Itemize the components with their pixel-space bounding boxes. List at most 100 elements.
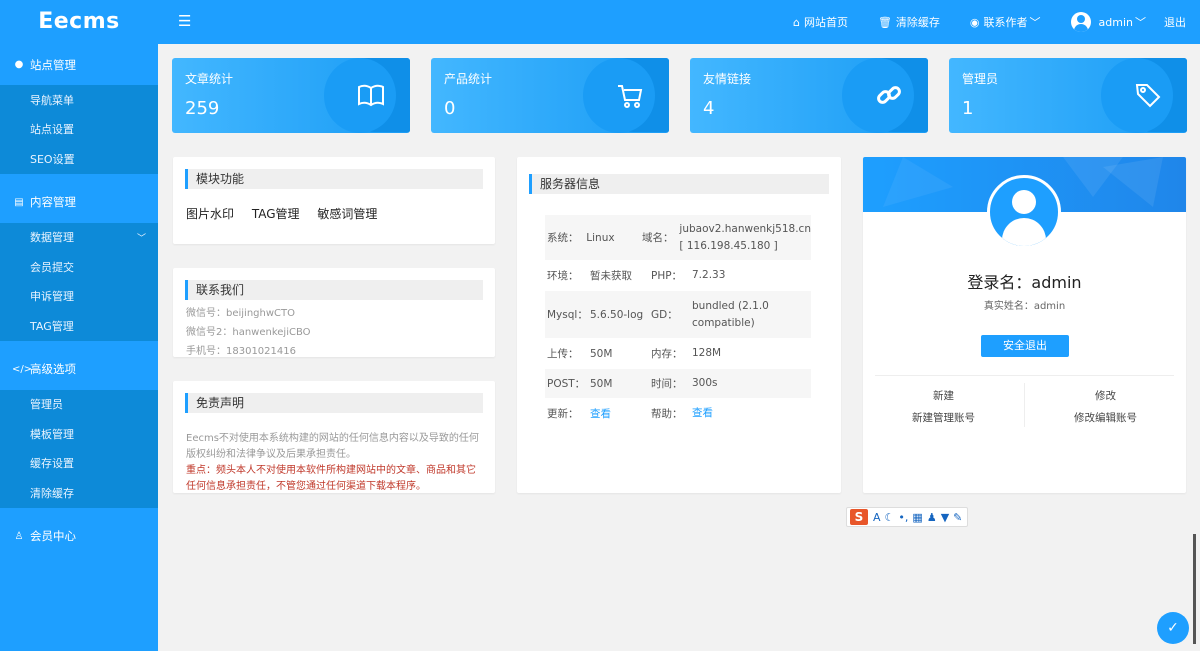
user-dropdown[interactable]: admin ﹀: [1070, 12, 1146, 32]
module-links: 图片水印 TAG管理 敏感词管理: [186, 205, 391, 222]
table-row: 上传： 50M 内存： 128M: [545, 339, 811, 369]
cell-key: 内存：: [651, 348, 683, 360]
chevron-down-icon: ﹀: [1029, 16, 1041, 29]
menu-toggle-icon[interactable]: ☰: [178, 12, 191, 30]
contact-author-label: 联系作者: [983, 16, 1028, 29]
ime-punct-icon[interactable]: •,: [898, 511, 908, 524]
ime-tools-icon[interactable]: ✎: [953, 511, 962, 524]
ime-font-icon[interactable]: A: [873, 511, 881, 524]
menu-group-label: 站点管理: [30, 57, 76, 72]
panel-title: 模块功能: [185, 169, 483, 189]
sidebar-item-admin[interactable]: 管理员: [0, 390, 158, 420]
cell-value: jubaov2.hanwenkj518.cn [ 116.198.45.180 …: [679, 222, 811, 252]
cart-icon: [614, 79, 646, 111]
ime-keyboard-icon[interactable]: ▦: [912, 511, 922, 524]
submenu-advanced: 管理员 模板管理 缓存设置 清除缓存: [0, 389, 158, 508]
menu-group-label: 高级选项: [30, 362, 76, 376]
stat-label: 产品统计: [444, 72, 493, 86]
stat-value: 1: [962, 98, 974, 119]
stat-label: 文章统计: [185, 72, 234, 86]
menu-group-site[interactable]: ● 站点管理: [0, 44, 158, 85]
sidebar-item-member-submit[interactable]: 会员提交: [0, 252, 158, 282]
ime-user-icon[interactable]: ♟: [927, 511, 937, 524]
login-name: 登录名：admin: [967, 273, 1082, 292]
chevron-down-icon: ﹀: [136, 233, 146, 244]
ime-toolbar[interactable]: S A ☾ •, ▦ ♟ ▼ ✎: [846, 507, 969, 527]
contact-author-dropdown[interactable]: ◉ 联系作者 ﹀: [970, 14, 1041, 30]
sidebar-item-site-settings[interactable]: 站点设置: [0, 115, 158, 145]
stat-value: 0: [444, 98, 456, 119]
menu-group-content[interactable]: ▤ 内容管理: [0, 182, 158, 223]
update-view-link[interactable]: 查看: [590, 406, 651, 421]
contact-wechat-2: 微信号2：hanwenkejiCBO: [186, 327, 311, 338]
sidebar-item-tag[interactable]: TAG管理: [0, 311, 158, 341]
sidebar-item-clear-cache[interactable]: 清除缓存: [0, 478, 158, 508]
username-label: admin: [1098, 15, 1133, 29]
disclaimer-text: Eecms不对使用本系统构建的网站的任何信息内容以及导致的任何版权纠纷和法律争议…: [186, 431, 483, 493]
module-link-sensitive-words[interactable]: 敏感词管理: [317, 207, 377, 221]
safe-logout-button[interactable]: 安全退出: [981, 335, 1069, 357]
cell-key: 时间：: [651, 378, 683, 390]
disclaimer-warning: 重点：频头本人不对使用本软件所构建网站中的文章、商品和其它任何信息承担责任，不管…: [186, 465, 476, 492]
chevron-down-icon: ﹀: [1135, 16, 1146, 29]
edit-desc: 修改编辑账号: [1074, 412, 1137, 424]
cell-key: 更新：: [547, 408, 579, 420]
edit-title: 修改: [1095, 390, 1116, 402]
scrollbar[interactable]: [1193, 534, 1196, 644]
cell-value: Linux: [586, 231, 615, 244]
contact-phone: 手机号：18301021416: [186, 346, 296, 357]
cell-value: 300s: [692, 377, 718, 389]
menu-group-member[interactable]: ♙ 会员中心: [0, 516, 158, 557]
contact-wechat-1: 微信号：beijinghwCTO: [186, 308, 295, 319]
menu-group-label: 会员中心: [30, 529, 76, 543]
disclaimer-body: Eecms不对使用本系统构建的网站的任何信息内容以及导致的任何版权纠纷和法律争议…: [186, 433, 479, 460]
sidebar-item-nav-menu[interactable]: 导航菜单: [0, 85, 158, 115]
header-nav: ⌂ 网站首页 🗑 清除缓存 ◉ 联系作者 ﹀ admin ﹀ 退出: [793, 0, 1200, 44]
user-icon: ♙: [14, 530, 24, 542]
home-link[interactable]: ⌂ 网站首页: [793, 14, 848, 30]
avatar: [1070, 12, 1091, 32]
cell-key: PHP：: [651, 270, 683, 282]
modules-panel: 模块功能 图片水印 TAG管理 敏感词管理: [173, 157, 495, 244]
new-admin-action[interactable]: 新建 新建管理账号: [863, 385, 1024, 429]
server-info-panel: 服务器信息 系统： Linux 域名： jubaov2.hanwenkj518.…: [517, 157, 841, 493]
logo: Eecms: [38, 9, 120, 34]
edit-account-action[interactable]: 修改 修改编辑账号: [1025, 385, 1186, 429]
book-icon: [355, 79, 387, 111]
stat-value: 259: [185, 98, 220, 119]
module-link-tag[interactable]: TAG管理: [252, 207, 300, 221]
cell-key: 帮助：: [651, 408, 683, 420]
cell-key: 域名：: [641, 232, 674, 244]
sidebar-item-data-manage[interactable]: 数据管理 ﹀: [0, 223, 158, 253]
stat-value: 4: [703, 98, 715, 119]
stat-card-links: 友情链接 4: [690, 58, 928, 133]
clear-cache-label: 清除缓存: [895, 16, 940, 29]
module-link-watermark[interactable]: 图片水印: [186, 207, 234, 221]
table-row: Mysql： 5.6.50-log GD： bundled (2.1.0 com…: [545, 291, 811, 339]
sidebar-item-seo-settings[interactable]: SEO设置: [0, 144, 158, 174]
home-icon: ⌂: [792, 15, 800, 29]
disclaimer-panel: 免责声明 Eecms不对使用本系统构建的网站的任何信息内容以及导致的任何版权纠纷…: [173, 381, 495, 493]
cell-value: 50M: [590, 347, 613, 360]
logout-link[interactable]: 退出: [1164, 14, 1186, 30]
panel-title: 联系我们: [185, 280, 483, 300]
sidebar-item-cache-settings[interactable]: 缓存设置: [0, 449, 158, 479]
help-view-link[interactable]: 查看: [692, 405, 811, 422]
shield-icon[interactable]: ✓: [1157, 612, 1189, 644]
divider: [875, 375, 1174, 376]
link-icon: [873, 79, 905, 111]
ime-moon-icon[interactable]: ☾: [885, 511, 895, 524]
table-row: 系统： Linux 域名： jubaov2.hanwenkj518.cn [ 1…: [545, 215, 811, 261]
menu-group-advanced[interactable]: </> 高级选项: [0, 349, 158, 390]
real-name: 真实姓名：admin: [983, 301, 1066, 312]
cell-key: GD：: [651, 309, 678, 321]
stat-label: 管理员: [962, 72, 999, 86]
ime-skin-icon[interactable]: ▼: [941, 511, 949, 524]
cell-value: bundled (2.1.0 compatible): [692, 299, 769, 329]
menu-group-label: 内容管理: [30, 195, 76, 209]
sidebar-item-appeal[interactable]: 申诉管理: [0, 282, 158, 312]
sidebar-item-template[interactable]: 模板管理: [0, 419, 158, 449]
profile-avatar: [987, 175, 1061, 249]
clear-cache-link[interactable]: 🗑 清除缓存: [878, 14, 940, 30]
profile-panel: 登录名：admin 真实姓名：admin 安全退出 新建 新建管理账号 修改 修…: [863, 157, 1186, 493]
